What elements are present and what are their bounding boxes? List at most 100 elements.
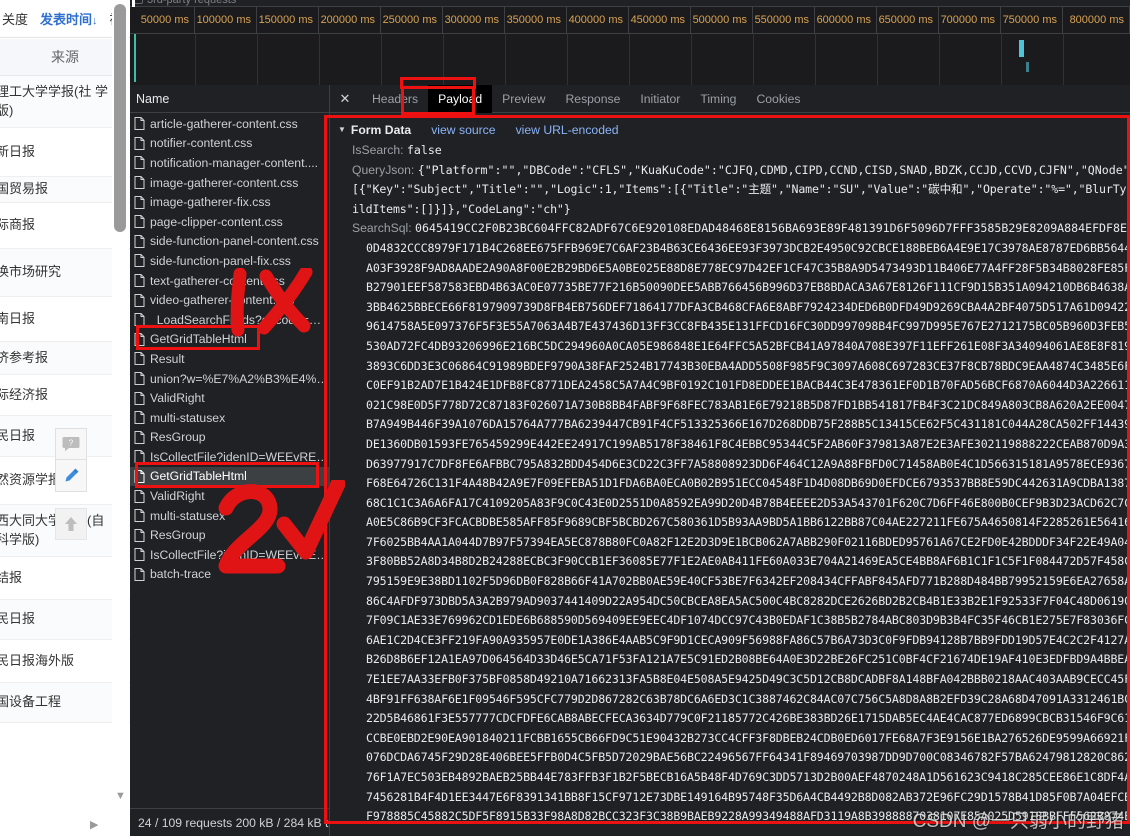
document-icon (134, 450, 145, 464)
list-item[interactable]: 际经济报 2 (0, 375, 130, 416)
table-row[interactable]: image-gatherer-fix.css (130, 192, 329, 212)
document-icon (134, 352, 145, 366)
source-name: 换市场研究 (0, 264, 62, 280)
page-scroll-right-arrow-icon[interactable]: ▶ (90, 818, 110, 832)
request-name: video-gatherer-content.css (150, 293, 295, 308)
list-item[interactable]: 民日报 2 (0, 600, 130, 640)
document-icon (134, 293, 145, 307)
close-icon[interactable]: ✕ (334, 88, 356, 110)
sort-item-publish-time[interactable]: 发表时间↓ (40, 9, 98, 28)
overview-tick: 600000 ms (815, 7, 877, 34)
payload-field-issearch: IsSearch: false (338, 141, 1130, 161)
list-item[interactable]: 理工大学学报(社 学版) 2 (0, 76, 130, 128)
request-name: side-function-panel-fix.css (150, 253, 291, 268)
sort-item-relevance[interactable]: 关度 (2, 9, 28, 28)
overview-tick: 250000 ms (381, 7, 443, 34)
list-item[interactable]: 际商报 2 (0, 203, 130, 249)
table-row[interactable]: article-gatherer-content.css (130, 114, 329, 134)
payload-hex-line: 22D5B46861F3E557777CDCFDFE6CAB8ABECFECA3… (366, 711, 1130, 726)
table-row[interactable]: notifier-content.css (130, 134, 329, 154)
list-item[interactable]: 南日报 2 (0, 297, 130, 342)
pencil-icon[interactable] (55, 460, 87, 492)
source-name: 结报 (0, 569, 23, 585)
table-row[interactable]: text-gatherer-content.css (130, 271, 329, 291)
tab-payload[interactable]: Payload (428, 84, 493, 113)
document-icon (134, 313, 145, 327)
table-row[interactable]: IsCollectFile?idenID=WEEvREc... (130, 447, 329, 467)
tab-preview[interactable]: Preview (492, 85, 555, 113)
document-icon (134, 567, 145, 581)
tab-cookies[interactable]: Cookies (746, 85, 810, 113)
request-name: image-gatherer-content.css (150, 175, 299, 190)
tab-headers[interactable]: Headers (362, 85, 428, 113)
form-data-section-header[interactable]: ▼ Form Data view source view URL-encoded (338, 120, 1130, 139)
payload-hex-line: 7E1EE7AA33EFB0F375BF0858D49210A71662313F… (366, 672, 1130, 687)
table-row-selected[interactable]: GetGridTableHtml (130, 466, 329, 487)
payload-value: false (406, 143, 442, 157)
table-row[interactable]: ResGroup (130, 428, 329, 448)
view-source-link[interactable]: view source (431, 123, 495, 137)
payload-hex-line: 68C1C1C3A6A6FA17C4109205A83F9C0C43E0D255… (366, 495, 1130, 510)
source-name: 民日报 (0, 611, 36, 627)
list-item[interactable]: 济参考报 2 (0, 342, 130, 375)
table-row[interactable]: multi-statusex (130, 408, 329, 428)
table-row[interactable]: page-clipper-content.css (130, 212, 329, 232)
requests-list[interactable]: article-gatherer-content.css notifier-co… (130, 114, 329, 808)
page-scrollbar-thumb[interactable] (114, 4, 126, 232)
table-row[interactable]: ResGroup (130, 525, 329, 545)
table-row[interactable]: GetGridTableHtml (130, 330, 329, 350)
requests-panel: Name article-gatherer-content.css notifi… (130, 85, 330, 836)
table-row[interactable]: batch-trace (130, 565, 329, 585)
list-item[interactable]: 国设备工程 2 (0, 683, 130, 723)
list-item[interactable]: 民日报海外版 2 (0, 640, 130, 683)
document-icon (134, 117, 145, 131)
table-row[interactable]: ValidRight (130, 486, 329, 506)
source-name: 国贸易报 (0, 181, 49, 197)
table-row[interactable]: side-function-panel-content.css (130, 232, 329, 252)
back-to-top-icon[interactable] (55, 508, 87, 540)
request-name: ResGroup (150, 528, 206, 543)
overview-tick: 800000 ms (1063, 7, 1130, 34)
table-row[interactable]: notification-manager-content.... (130, 153, 329, 173)
chevron-down-icon[interactable]: ▼ (338, 125, 346, 134)
payload-hex-line: DE1360DB01593FE765459299E442EE24917C199A… (366, 436, 1130, 451)
overview-tick: 150000 ms (257, 7, 319, 34)
tab-initiator[interactable]: Initiator (630, 85, 690, 113)
table-row[interactable]: Result (130, 349, 329, 369)
request-name: IsCollectFile?idenID=WEEvREc... (150, 449, 329, 464)
table-row[interactable]: _LoadSearchFields?dbcode=CF... (130, 310, 329, 330)
list-item[interactable]: 新日报 2 (0, 128, 130, 177)
request-name: image-gatherer-fix.css (150, 195, 271, 210)
table-row[interactable]: video-gatherer-content.css (130, 290, 329, 310)
list-item[interactable]: 结报 2 (0, 557, 130, 600)
overview-start-marker (132, 0, 135, 7)
overview-request-bar (1019, 40, 1024, 57)
payload-hex-line: A0E5C86B9CF3FCACBDBE585AFF85F9689CBF5BCB… (366, 515, 1130, 530)
table-row[interactable]: side-function-panel-fix.css (130, 251, 329, 271)
page-scroll-down-arrow-icon[interactable]: ▼ (114, 790, 127, 803)
request-name: page-clipper-content.css (150, 214, 283, 229)
table-row[interactable]: multi-statusex (130, 506, 329, 526)
table-row[interactable]: ValidRight (130, 388, 329, 408)
document-icon (134, 332, 145, 346)
svg-text:?: ? (69, 439, 74, 448)
request-name: GetGridTableHtml (150, 469, 247, 484)
network-overview-timeline[interactable]: 50000 ms 100000 ms 150000 ms 200000 ms 2… (130, 0, 1130, 85)
view-url-encoded-link[interactable]: view URL-encoded (516, 123, 619, 137)
question-bubble-icon[interactable]: ? (55, 428, 87, 460)
table-row[interactable]: IsCollectFile?idenID=WEEvREc... (130, 545, 329, 565)
table-row[interactable]: union?w=%E7%A2%B3%E4%B... (130, 369, 329, 389)
payload-value: {"Platform":"","DBCode":"CFLS","KuaKuCod… (417, 162, 1130, 177)
table-row[interactable]: image-gatherer-content.css (130, 173, 329, 193)
list-item[interactable]: 国贸易报 2 (0, 177, 130, 203)
payload-value: 0645419CC2F0B23BC604FFC82ADF67C6E920108E… (415, 221, 1130, 236)
overview-tick: 700000 ms (939, 7, 1001, 34)
tab-response[interactable]: Response (555, 85, 630, 113)
payload-hex-line: 0D4832CCC8979F171B4C268EE675FFB969E7C6AF… (366, 240, 1130, 255)
list-item[interactable]: 换市场研究 2 (0, 249, 130, 297)
requests-column-header[interactable]: Name (130, 85, 329, 113)
source-name: 新日报 (0, 143, 36, 159)
tab-timing[interactable]: Timing (690, 85, 746, 113)
overview-body (130, 34, 1130, 85)
request-name: ResGroup (150, 430, 206, 445)
